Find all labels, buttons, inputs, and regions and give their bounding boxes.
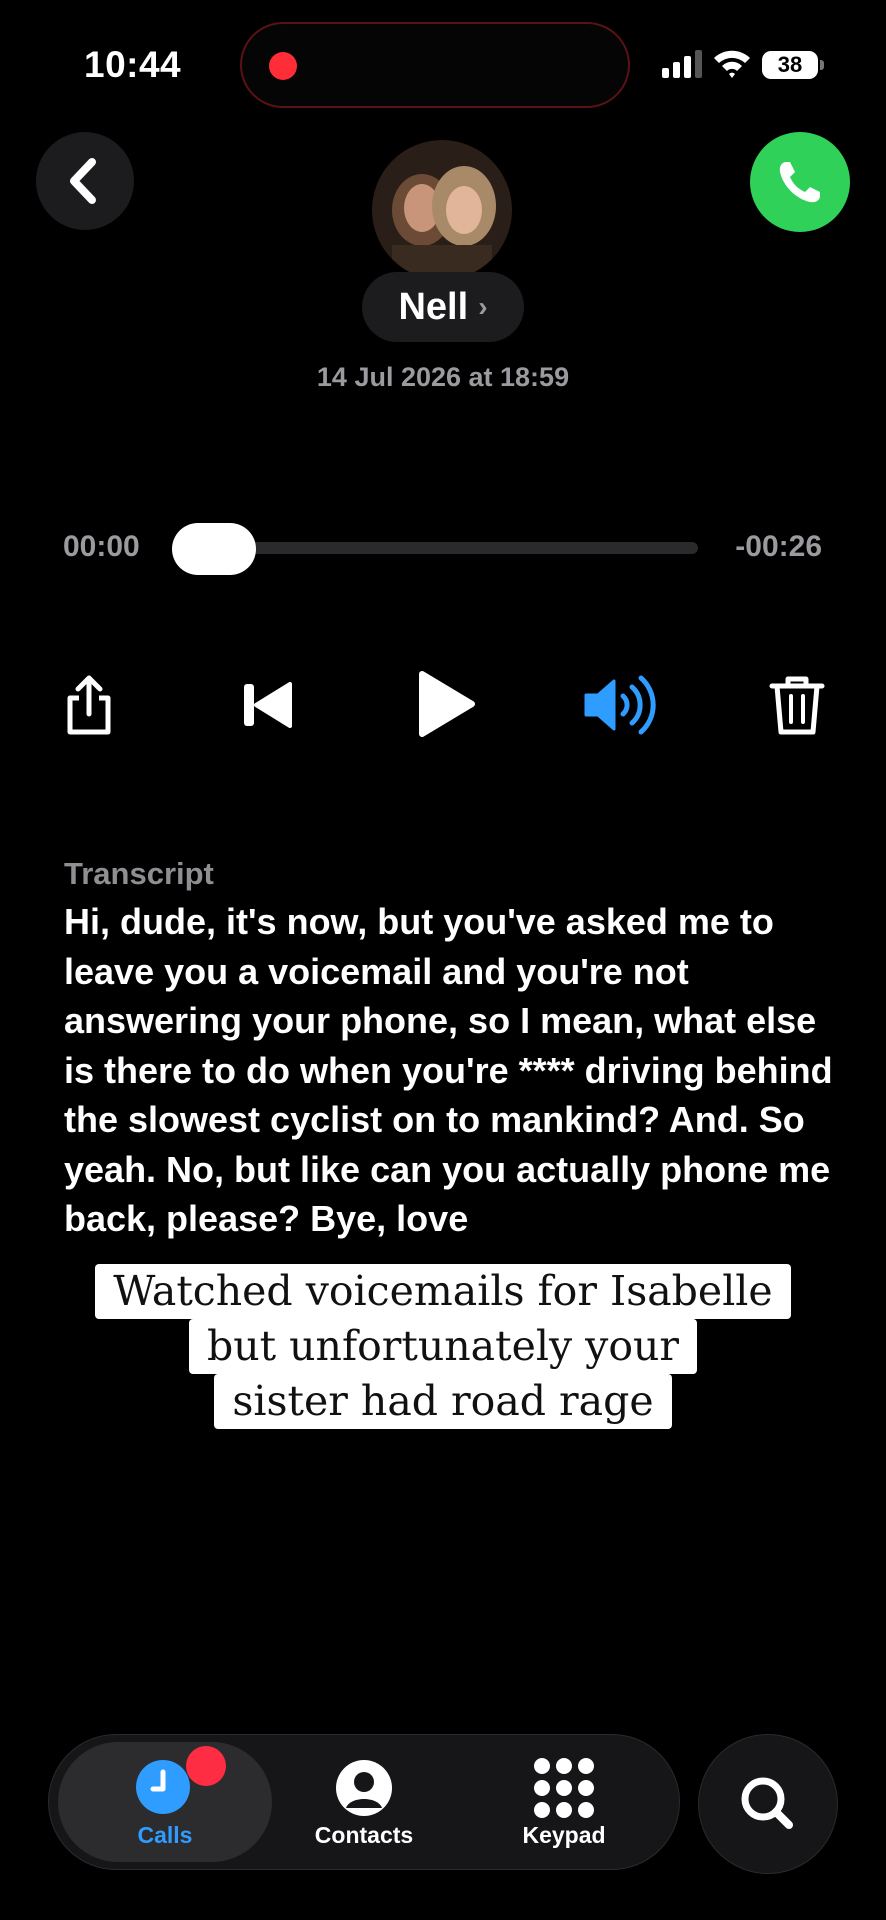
contact-name: Nell [398, 285, 469, 328]
contact-avatar[interactable] [372, 140, 512, 280]
keypad-icon[interactable] [534, 1758, 594, 1818]
search-button[interactable] [698, 1734, 838, 1874]
voicemail-date: 14 Jul 2026 at 18:59 [316, 362, 570, 392]
skip-back-icon[interactable] [232, 670, 302, 740]
scrubber-thumb[interactable] [172, 523, 256, 575]
tab-calls-label: Calls [137, 1822, 193, 1848]
clock-icon [136, 1760, 190, 1814]
recording-indicator-icon [269, 52, 297, 80]
play-button[interactable] [404, 664, 484, 744]
wifi-icon [714, 50, 750, 78]
chevron-right-icon: › [478, 291, 488, 322]
back-button[interactable] [36, 132, 134, 230]
person-icon[interactable] [336, 1760, 392, 1816]
elapsed-time: 00:00 [63, 530, 140, 563]
remaining-time: -00:26 [735, 530, 822, 563]
call-back-button[interactable] [750, 132, 850, 232]
missed-badge [186, 1746, 226, 1786]
phone-icon [779, 162, 820, 203]
caption-line: sister had road rage [214, 1374, 672, 1429]
caption-line: Watched voicemails for Isabelle [95, 1264, 791, 1319]
transcript-text: Hi, dude, it's now, but you've asked me … [64, 901, 833, 1239]
tab-keypad-label[interactable]: Keypad [484, 1822, 644, 1849]
caption-line: but unfortunately your [188, 1319, 698, 1374]
status-time: 10:44 [84, 44, 182, 85]
search-icon [741, 1777, 793, 1829]
caption-overlay: Watched voicemails for Isabelle but unfo… [0, 1264, 886, 1429]
battery-icon: 38 [762, 51, 818, 79]
transcript-label: Transcript [64, 856, 214, 891]
cellular-signal-icon [662, 48, 702, 78]
contact-name-button[interactable]: Nell › [362, 272, 524, 342]
battery-cap [820, 60, 824, 70]
trash-icon[interactable] [762, 670, 832, 740]
contact-photo [372, 140, 512, 280]
chevron-left-icon [70, 158, 96, 204]
share-icon[interactable] [54, 670, 124, 740]
dynamic-island[interactable] [240, 22, 630, 108]
tab-contacts-label[interactable]: Contacts [284, 1822, 444, 1849]
speaker-icon[interactable] [582, 672, 658, 738]
